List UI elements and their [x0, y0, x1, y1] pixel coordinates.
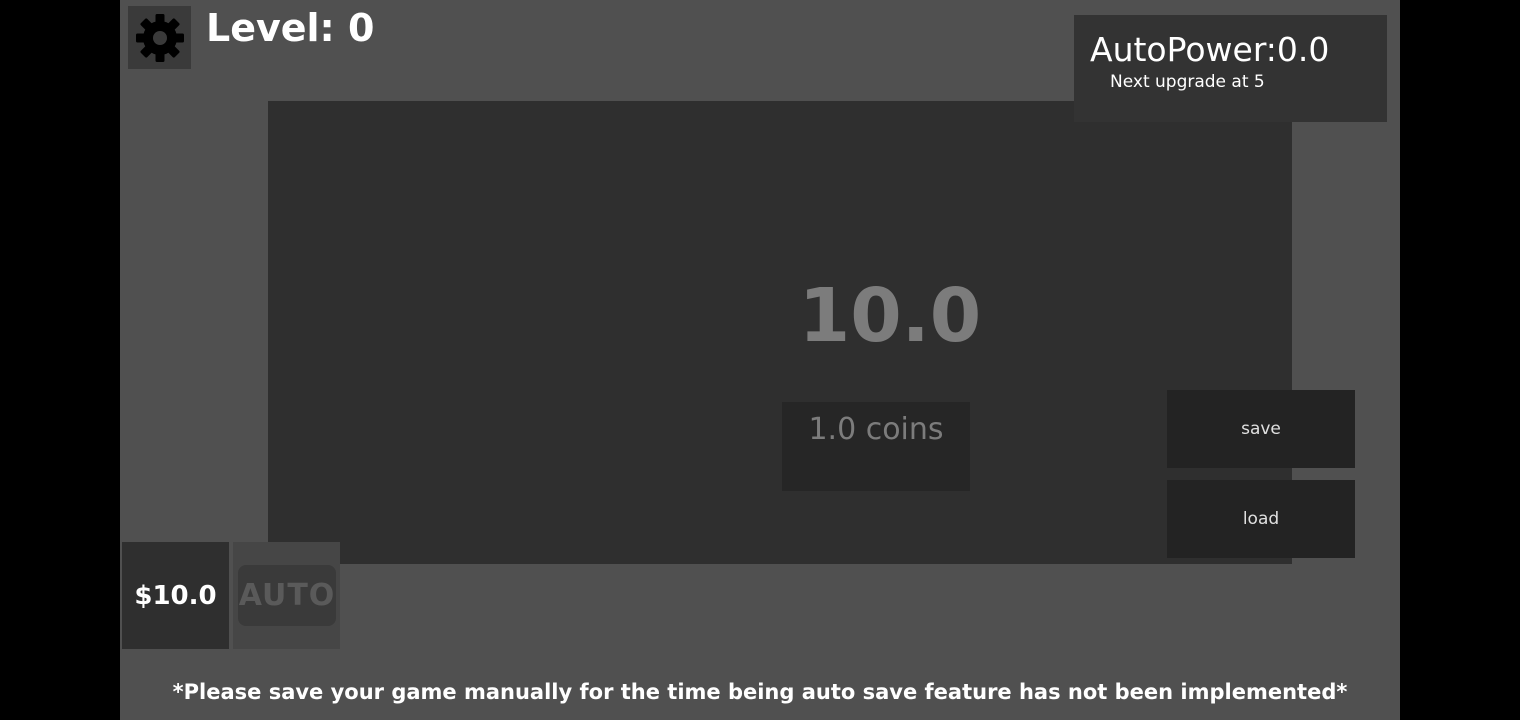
game-screen: Level: 0 10.0 1.0 coins save load AutoPo…	[120, 0, 1400, 720]
auto-power-value: AutoPower:0.0	[1090, 30, 1330, 69]
autosave-notice: *Please save your game manually for the …	[172, 680, 1348, 704]
auto-badge: AUTO	[238, 565, 336, 626]
money-button[interactable]: $10.0	[122, 542, 229, 649]
main-panel: 10.0 1.0 coins save load	[268, 101, 1355, 564]
next-upgrade-text: Next upgrade at 5	[1110, 72, 1265, 92]
auto-power-panel: AutoPower:0.0 Next upgrade at 5	[1074, 15, 1387, 122]
save-button[interactable]: save	[1167, 390, 1355, 468]
coin-count: 10.0	[798, 273, 982, 359]
level-label: Level: 0	[206, 6, 375, 50]
earn-coins-button[interactable]: 1.0 coins	[782, 402, 970, 491]
load-button[interactable]: load	[1167, 480, 1355, 558]
auto-upgrade-button[interactable]: AUTO	[233, 542, 340, 649]
gear-icon	[135, 13, 184, 62]
settings-button[interactable]	[128, 6, 191, 69]
